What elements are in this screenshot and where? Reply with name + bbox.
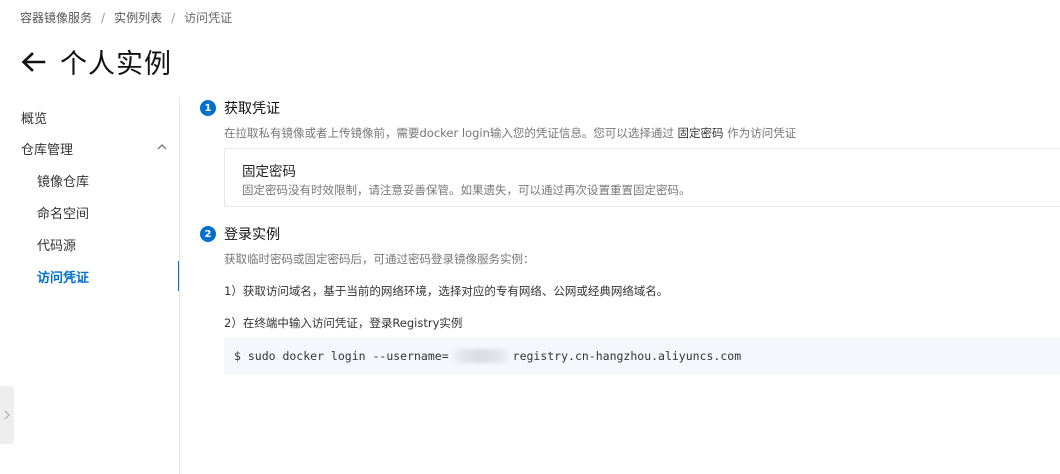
breadcrumb-item-instances[interactable]: 实例列表: [114, 9, 162, 26]
sidebar-item-label: 概览: [21, 111, 48, 127]
step-get-credentials: 1 获取凭证: [200, 98, 280, 118]
fixed-password-card[interactable]: 固定密码 固定密码没有时效限制，请注意妥善保管。如果遗失，可以通过再次设置重置固…: [224, 148, 1060, 207]
card-title: 固定密码: [242, 164, 296, 180]
sidebar-item-repo-management[interactable]: 仓库管理: [0, 133, 180, 163]
sidebar-item-label: 代码源: [37, 238, 77, 254]
step-number-badge: 2: [200, 226, 216, 242]
sidebar-item-access-credentials[interactable]: 访问凭证: [0, 261, 180, 291]
arrow-left-icon[interactable]: [18, 47, 48, 77]
step-description: 在拉取私有镜像或者上传镜像前，需要docker login输入您的凭证信息。您可…: [224, 125, 796, 141]
sidebar-item-namespaces[interactable]: 命名空间: [0, 197, 180, 227]
breadcrumb-separator: /: [101, 10, 106, 25]
card-description: 固定密码没有时效限制，请注意妥善保管。如果遗失，可以通过再次设置重置固定密码。: [242, 183, 691, 197]
sidebar-collapse-handle[interactable]: [0, 386, 14, 444]
breadcrumb-separator: /: [171, 10, 176, 25]
breadcrumb-item-registry[interactable]: 容器镜像服务: [20, 9, 92, 26]
masked-username: [449, 349, 512, 363]
sidebar-item-overview[interactable]: 概览: [0, 102, 180, 132]
sidebar-item-label: 访问凭证: [37, 270, 90, 286]
step-description: 获取临时密码或固定密码后，可通过密码登录镜像服务实例：: [224, 252, 535, 266]
step-number-badge: 1: [200, 100, 216, 116]
step-title: 获取凭证: [224, 101, 280, 117]
fixed-password-link[interactable]: 固定密码: [678, 126, 724, 140]
step-description-text: 作为访问凭证: [727, 126, 797, 140]
chevron-up-icon[interactable]: [157, 143, 167, 151]
page-title: 个人实例: [60, 49, 172, 80]
sidebar-item-code-source[interactable]: 代码源: [0, 229, 180, 259]
title-row: 个人实例: [18, 42, 172, 81]
breadcrumb: 容器镜像服务 / 实例列表 / 访问凭证: [20, 9, 232, 26]
page: 容器镜像服务 / 实例列表 / 访问凭证 个人实例 概览 仓库管理 镜像仓库 命…: [0, 0, 1060, 474]
chevron-right-icon: [4, 410, 10, 420]
sidebar-item-image-repos[interactable]: 镜像仓库: [0, 165, 180, 195]
command-suffix: registry.cn-hangzhou.aliyuncs.com: [512, 349, 742, 363]
instruction-enter-credentials: 2）在终端中输入访问凭证，登录Registry实例: [224, 316, 463, 330]
step-login-instance: 2 登录实例: [200, 224, 280, 244]
sidebar-divider: [179, 97, 180, 474]
sidebar-item-label: 仓库管理: [21, 142, 74, 158]
sidebar-item-label: 命名空间: [37, 206, 90, 222]
instruction-get-domain: 1）获取访问域名，基于当前的网络环境，选择对应的专有网络、公网或经典网络域名。: [224, 284, 669, 298]
step-description-text: 在拉取私有镜像或者上传镜像前，需要docker login输入您的凭证信息。您可…: [224, 126, 674, 140]
command-prefix: $ sudo docker login --username=: [234, 349, 449, 363]
sidebar-item-label: 镜像仓库: [37, 174, 90, 190]
sidebar: 概览 仓库管理 镜像仓库 命名空间 代码源 访问凭证: [0, 97, 180, 474]
step-title: 登录实例: [224, 227, 280, 243]
breadcrumb-item-credentials: 访问凭证: [184, 11, 233, 25]
login-command-block[interactable]: $ sudo docker login --username= registry…: [224, 337, 1060, 375]
